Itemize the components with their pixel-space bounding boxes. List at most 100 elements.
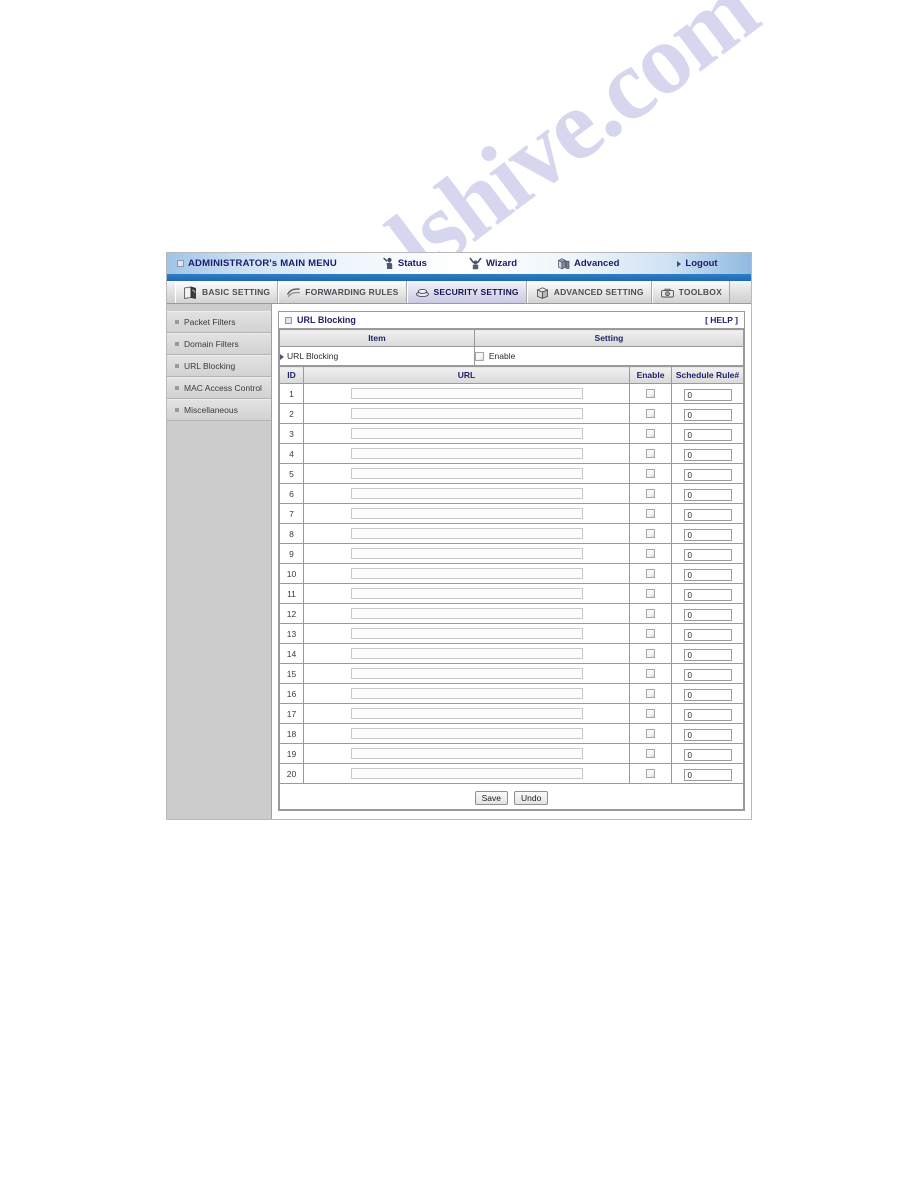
sidebar-item-packet-filters[interactable]: Packet Filters xyxy=(167,311,271,333)
main-panel: URL Blocking [ HELP ] Item Setting URL B… xyxy=(272,304,751,819)
top-menu-item-advanced[interactable]: Advanced xyxy=(557,257,619,270)
tab-security-setting[interactable]: SECURITY SETTING xyxy=(406,281,527,303)
row-enable-checkbox[interactable] xyxy=(646,648,655,658)
row-enable-checkbox[interactable] xyxy=(646,548,655,558)
url-input[interactable] xyxy=(350,728,583,739)
tab-forwarding-rules[interactable]: FORWARDING RULES xyxy=(278,281,407,303)
toolbox-icon xyxy=(660,286,675,299)
url-input[interactable] xyxy=(350,488,583,499)
url-input[interactable] xyxy=(350,528,583,539)
row-enable-cell xyxy=(629,683,672,704)
schedule-rule-input[interactable]: 0 xyxy=(683,668,732,681)
row-enable-checkbox[interactable] xyxy=(646,488,655,498)
schedule-rule-input[interactable]: 0 xyxy=(683,628,732,641)
row-enable-checkbox[interactable] xyxy=(646,528,655,538)
row-enable-checkbox[interactable] xyxy=(646,668,655,678)
top-menu-label-logout: Logout xyxy=(685,258,718,269)
top-menu-item-status[interactable]: Status xyxy=(383,257,427,270)
enable-label: Enable xyxy=(488,350,516,361)
row-enable-checkbox[interactable] xyxy=(646,708,655,718)
schedule-rule-input[interactable]: 0 xyxy=(683,408,732,421)
row-url-cell xyxy=(303,743,630,764)
sidebar-item-mac-access-control[interactable]: MAC Access Control xyxy=(167,377,271,399)
table-row: 80 xyxy=(279,523,744,544)
schedule-rule-input[interactable]: 0 xyxy=(683,768,732,781)
url-input[interactable] xyxy=(350,468,583,479)
schedule-rule-input[interactable]: 0 xyxy=(683,548,732,561)
url-input[interactable] xyxy=(350,568,583,579)
schedule-rule-input[interactable]: 0 xyxy=(683,648,732,661)
schedule-rule-input[interactable]: 0 xyxy=(683,528,732,541)
row-schedule-cell: 0 xyxy=(671,643,744,664)
schedule-rule-input[interactable]: 0 xyxy=(683,708,732,721)
url-input[interactable] xyxy=(350,428,583,439)
schedule-rule-input[interactable]: 0 xyxy=(683,588,732,601)
row-schedule-cell: 0 xyxy=(671,743,744,764)
row-id-cell: 6 xyxy=(279,483,304,504)
row-enable-checkbox[interactable] xyxy=(646,428,655,438)
row-enable-checkbox[interactable] xyxy=(646,568,655,578)
row-enable-checkbox[interactable] xyxy=(646,448,655,458)
schedule-rule-input[interactable]: 0 xyxy=(683,748,732,761)
tab-advanced-setting[interactable]: ADVANCED SETTING xyxy=(526,281,652,303)
sidebar-item-label: MAC Access Control xyxy=(184,383,262,393)
row-enable-checkbox[interactable] xyxy=(646,748,655,758)
url-input[interactable] xyxy=(350,648,583,659)
url-input[interactable] xyxy=(350,548,583,559)
url-blocking-enable-checkbox[interactable] xyxy=(474,352,484,362)
row-enable-checkbox[interactable] xyxy=(646,468,655,478)
schedule-rule-input[interactable]: 0 xyxy=(683,448,732,461)
url-input[interactable] xyxy=(350,748,583,759)
row-enable-checkbox[interactable] xyxy=(646,588,655,598)
sidebar-item-url-blocking[interactable]: URL Blocking xyxy=(167,355,271,377)
row-enable-checkbox[interactable] xyxy=(646,508,655,518)
url-input[interactable] xyxy=(350,608,583,619)
sidebar-item-miscellaneous[interactable]: Miscellaneous xyxy=(167,399,271,421)
sidebar-item-domain-filters[interactable]: Domain Filters xyxy=(167,333,271,355)
row-enable-checkbox[interactable] xyxy=(646,608,655,618)
url-input[interactable] xyxy=(350,588,583,599)
row-enable-checkbox[interactable] xyxy=(646,768,655,778)
top-menu-bar: ADMINISTRATOR's MAIN MENU Status Wizard … xyxy=(167,253,751,274)
tab-basic-setting[interactable]: BASIC SETTING xyxy=(175,281,279,303)
row-enable-cell xyxy=(629,603,672,624)
schedule-rule-input[interactable]: 0 xyxy=(683,728,732,741)
row-schedule-cell: 0 xyxy=(671,583,744,604)
schedule-rule-input[interactable]: 0 xyxy=(683,388,732,401)
row-enable-checkbox[interactable] xyxy=(646,728,655,738)
undo-button[interactable]: Undo xyxy=(514,790,549,805)
wizard-wand-icon xyxy=(469,257,482,270)
url-input[interactable] xyxy=(350,668,583,679)
schedule-rule-input[interactable]: 0 xyxy=(683,608,732,621)
row-enable-checkbox[interactable] xyxy=(646,388,655,398)
row-url-cell xyxy=(303,383,630,404)
schedule-rule-input[interactable]: 0 xyxy=(683,468,732,481)
url-input[interactable] xyxy=(350,508,583,519)
url-input[interactable] xyxy=(350,628,583,639)
tab-toolbox[interactable]: TOOLBOX xyxy=(651,281,730,303)
url-input[interactable] xyxy=(350,708,583,719)
top-menu-item-wizard[interactable]: Wizard xyxy=(469,257,517,270)
admin-main-menu-link[interactable]: ADMINISTRATOR's MAIN MENU xyxy=(177,258,337,269)
row-enable-checkbox[interactable] xyxy=(646,688,655,698)
top-menu-item-logout[interactable]: Logout xyxy=(677,258,718,269)
url-input[interactable] xyxy=(350,688,583,699)
url-input[interactable] xyxy=(350,408,583,419)
url-input[interactable] xyxy=(350,388,583,399)
row-enable-checkbox[interactable] xyxy=(646,408,655,418)
row-enable-cell xyxy=(629,583,672,604)
url-input[interactable] xyxy=(350,768,583,779)
help-link[interactable]: [ HELP ] xyxy=(705,315,738,325)
schedule-rule-input[interactable]: 0 xyxy=(683,508,732,521)
save-button[interactable]: Save xyxy=(474,790,509,805)
url-input[interactable] xyxy=(350,448,583,459)
schedule-rule-input[interactable]: 0 xyxy=(683,428,732,441)
row-enable-cell xyxy=(629,623,672,644)
schedule-rule-input[interactable]: 0 xyxy=(683,688,732,701)
schedule-rule-input[interactable]: 0 xyxy=(683,488,732,501)
row-schedule-cell: 0 xyxy=(671,543,744,564)
table-row: 50 xyxy=(279,463,744,484)
bullet-icon xyxy=(175,408,179,412)
row-enable-checkbox[interactable] xyxy=(646,628,655,638)
schedule-rule-input[interactable]: 0 xyxy=(683,568,732,581)
